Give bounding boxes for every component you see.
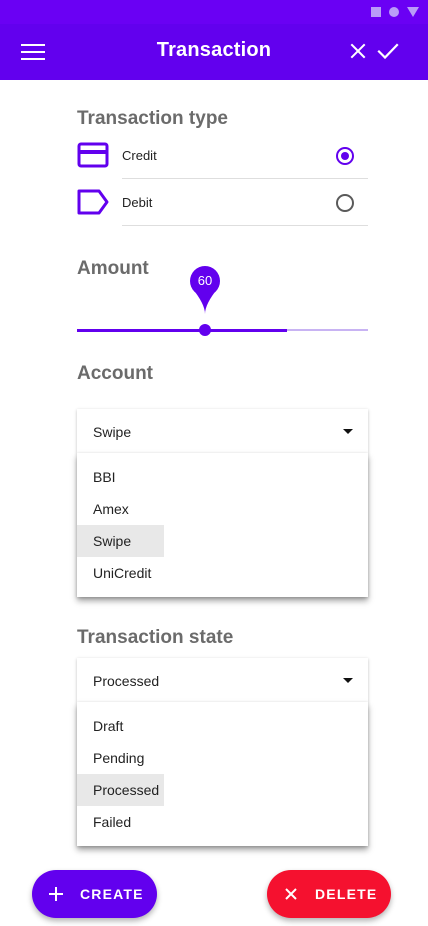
amount-title: Amount <box>77 258 149 279</box>
delete-label: DELETE <box>315 886 378 902</box>
transaction-type-credit[interactable]: Credit <box>77 132 368 179</box>
debit-radio[interactable] <box>336 194 354 212</box>
close-icon <box>285 888 297 900</box>
amount-slider[interactable] <box>77 320 368 336</box>
create-label: CREATE <box>80 886 144 902</box>
account-select[interactable]: Swipe <box>77 409 368 453</box>
circle-icon <box>389 7 399 17</box>
transaction-state-select[interactable]: Processed <box>77 658 368 702</box>
confirm-button[interactable] <box>376 39 400 63</box>
state-option-draft[interactable]: Draft <box>77 710 164 742</box>
plus-icon <box>49 887 63 901</box>
account-option-amex[interactable]: Amex <box>77 493 164 525</box>
app-bar: Transaction <box>0 24 428 80</box>
state-option-failed[interactable]: Failed <box>77 806 164 838</box>
credit-label: Credit <box>122 148 157 163</box>
create-button[interactable]: CREATE <box>32 870 157 918</box>
close-button[interactable] <box>347 40 369 62</box>
transaction-type-debit[interactable]: Debit <box>77 179 368 226</box>
amount-value: 60 <box>197 273 213 288</box>
status-icons <box>371 7 419 17</box>
state-selected-value: Processed <box>93 673 160 689</box>
state-option-processed[interactable]: Processed <box>77 774 164 806</box>
credit-radio[interactable] <box>336 147 354 165</box>
status-bar <box>0 0 428 24</box>
check-icon <box>377 43 399 60</box>
account-title: Account <box>77 363 153 384</box>
account-option-unicredit[interactable]: UniCredit <box>77 557 164 589</box>
transaction-state-menu: Draft Pending Processed Failed <box>77 702 368 846</box>
delete-button[interactable]: DELETE <box>267 870 391 918</box>
triangle-icon <box>407 7 419 17</box>
state-option-pending[interactable]: Pending <box>77 742 164 774</box>
slider-thumb[interactable] <box>199 324 211 336</box>
dropdown-arrow-icon <box>343 429 353 434</box>
account-selected-value: Swipe <box>93 424 132 440</box>
account-menu: BBI Amex Swipe UniCredit <box>77 453 368 597</box>
close-icon <box>350 43 366 59</box>
transaction-state-title: Transaction state <box>77 627 234 648</box>
divider <box>122 225 368 226</box>
credit-card-icon <box>77 142 109 168</box>
account-option-bbi[interactable]: BBI <box>77 461 164 493</box>
account-option-swipe[interactable]: Swipe <box>77 525 164 557</box>
dropdown-arrow-icon <box>343 678 353 683</box>
debit-label: Debit <box>122 195 153 210</box>
transaction-type-title: Transaction type <box>77 108 228 129</box>
slider-fill <box>77 329 287 332</box>
square-icon <box>371 7 381 17</box>
label-tag-icon <box>77 189 109 215</box>
